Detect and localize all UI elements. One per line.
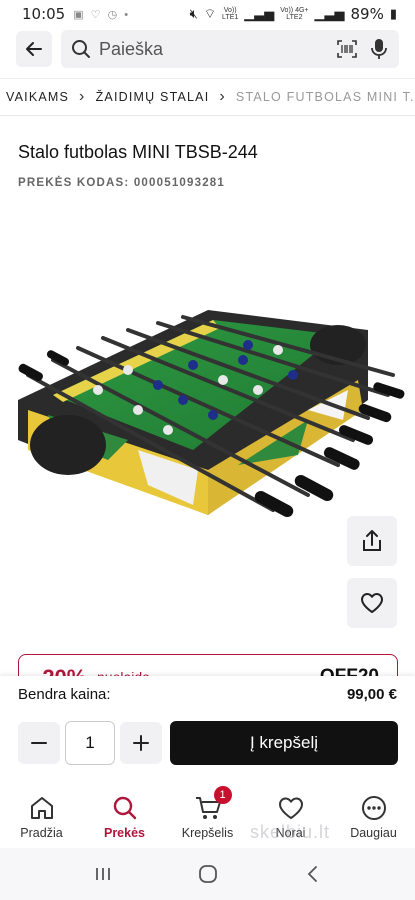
sim2-indicator: Vo)) 4G+ LTE2 — [280, 7, 309, 21]
home-icon — [30, 797, 53, 819]
back-button[interactable] — [16, 31, 52, 67]
microphone-icon[interactable] — [371, 38, 387, 60]
quantity-input[interactable] — [65, 721, 115, 765]
more-icon — [361, 796, 386, 820]
signal2-icon: ▁▃▅ — [314, 6, 345, 21]
share-button[interactable] — [347, 516, 397, 566]
search-bar[interactable] — [61, 30, 399, 68]
product-image[interactable] — [8, 290, 408, 540]
plus-icon — [133, 735, 149, 751]
wishlist-button[interactable] — [347, 578, 397, 628]
minus-icon — [31, 742, 47, 744]
watermark: skelbiu.lt — [250, 822, 331, 842]
battery-level: 89% — [350, 5, 384, 23]
barcode-scan-icon[interactable] — [337, 40, 357, 58]
arrow-left-icon — [26, 42, 42, 56]
wifi-icon: ⌔ — [203, 6, 217, 21]
product-title: Stalo futbolas MINI TBSB-244 — [18, 142, 258, 162]
mute-icon: 🔇︎ — [189, 6, 198, 21]
status-right: 🔇︎ ⌔ Vo)) LTE1 ▁▃▅ Vo)) 4G+ LTE2 ▁▃▅ 89% ▮ — [190, 5, 397, 23]
home-circle-icon — [198, 865, 217, 883]
nav-products[interactable]: Prekės — [84, 794, 166, 840]
nav-more-label: Daugiau — [350, 826, 397, 840]
nav-home-label: Pradžia — [20, 826, 63, 840]
chevron-right-icon: › — [79, 88, 86, 105]
quantity-increase-button[interactable] — [120, 722, 162, 764]
nav-cart[interactable]: 1 Krepšelis — [167, 786, 249, 840]
status-time: 10:05 — [22, 5, 66, 23]
sim1-indicator: Vo)) LTE1 — [222, 7, 239, 21]
nav-cart-label: Krepšelis — [181, 826, 234, 840]
system-nav-bar — [0, 848, 415, 900]
bottom-nav: Pradžia Prekės 1 Krepšelis Norai Daugiau — [0, 782, 415, 846]
cart-badge: 1 — [213, 786, 232, 804]
nav-home[interactable]: Pradžia — [1, 794, 83, 840]
product-code: PREKĖS KODAS: 000051093281 — [18, 177, 225, 189]
chevron-right-icon: › — [219, 88, 226, 105]
breadcrumb-item-current: STALO FUTBOLAS MINI T... — [235, 90, 415, 104]
purchase-panel: Bendra kaina: 99,00 € Į krepšelį — [0, 676, 415, 782]
back-system-button[interactable] — [293, 854, 333, 894]
search-input[interactable] — [99, 38, 337, 60]
recent-apps-icon — [95, 868, 110, 880]
breadcrumb-item-vaikams[interactable]: VAIKAMS — [6, 90, 69, 104]
chevron-left-icon — [307, 866, 317, 882]
nav-products-label: Prekės — [103, 826, 145, 840]
top-bar — [0, 28, 415, 70]
heart-icon — [278, 797, 303, 819]
search-icon — [71, 39, 91, 59]
notification-icons: ▣ ♡ ◷ • — [73, 8, 131, 21]
search-icon — [113, 796, 136, 820]
home-system-button[interactable] — [188, 854, 228, 894]
battery-icon: ▮ — [389, 6, 397, 21]
breadcrumb-item-zaidimu-stalai[interactable]: ŽAIDIMŲ STALAI — [96, 90, 210, 104]
total-price-label: Bendra kaina: — [18, 686, 111, 703]
status-bar: 10:05 ▣ ♡ ◷ • 🔇︎ ⌔ Vo)) LTE1 ▁▃▅ Vo)) 4G+… — [0, 0, 415, 28]
share-icon — [363, 530, 381, 551]
heart-icon — [361, 593, 383, 613]
quantity-decrease-button[interactable] — [18, 722, 60, 764]
nav-more[interactable]: Daugiau — [333, 794, 415, 840]
signal1-icon: ▁▃▅ — [244, 6, 275, 21]
add-to-cart-button[interactable]: Į krepšelį — [170, 721, 398, 765]
breadcrumb: VAIKAMS › ŽAIDIMŲ STALAI › STALO FUTBOLA… — [0, 78, 415, 116]
total-price-value: 99,00 € — [346, 686, 397, 703]
recent-apps-button[interactable] — [83, 854, 123, 894]
